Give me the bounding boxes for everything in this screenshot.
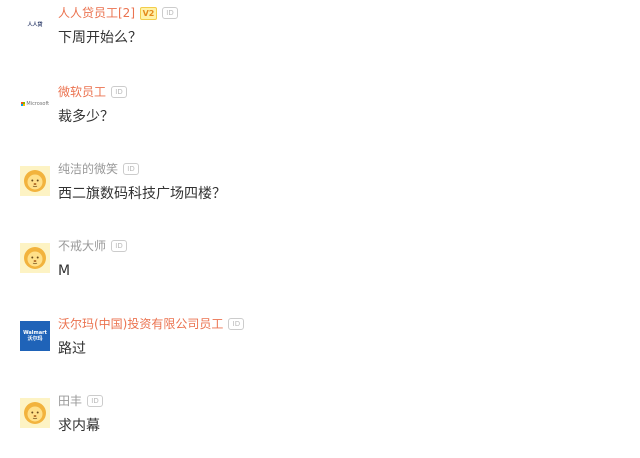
lion-mascot-icon [20, 398, 50, 428]
comment-list: 人人贷 人人贷员工[2] V2 ID 下周开始么？ Microsoft 微软员工… [0, 0, 640, 441]
username-link[interactable]: 沃尔玛(中国)投资有限公司员工 [58, 316, 223, 332]
microsoft-logo: Microsoft [20, 89, 50, 119]
avatar-logo-text: Microsoft [26, 101, 50, 107]
id-badge[interactable]: ID [111, 86, 128, 98]
lion-mascot-icon [20, 243, 50, 273]
walmart-logo: Walmart 沃尔玛 [20, 321, 50, 351]
comment-meta: 纯洁的微笑 ID [58, 161, 140, 177]
comment-item: Walmart 沃尔玛 沃尔玛(中国)投资有限公司员工 ID 路过 [0, 311, 640, 381]
comment-text: M [58, 263, 71, 279]
id-badge[interactable]: ID [162, 7, 178, 19]
comment-item: 田丰 ID 求内幕 [0, 388, 640, 458]
avatar[interactable] [20, 243, 50, 273]
comment-item: Microsoft 微软员工 ID 裁多少？ [0, 79, 640, 149]
avatar[interactable]: Microsoft [20, 89, 50, 119]
username-link[interactable]: 田丰 [58, 393, 82, 409]
username-link[interactable]: 纯洁的微笑 [58, 161, 118, 177]
avatar-logo-text: 人人贷 [27, 22, 43, 28]
lion-mascot-icon [20, 166, 50, 196]
microsoft-grid-icon [20, 101, 26, 107]
avatar[interactable] [20, 398, 50, 428]
id-badge[interactable]: ID [87, 395, 104, 407]
comment-text: 裁多少？ [58, 109, 114, 125]
comment-item: 纯洁的微笑 ID 西二旗数码科技广场四楼？ [0, 156, 640, 226]
comment-text: 路过 [58, 341, 86, 357]
comment-meta: 不戒大师 ID [58, 238, 128, 254]
comment-item: 人人贷 人人贷员工[2] V2 ID 下周开始么？ [0, 0, 640, 70]
comment-meta: 沃尔玛(中国)投资有限公司员工 ID [58, 316, 245, 332]
username-link[interactable]: 微软员工 [58, 84, 106, 100]
comment-meta: 微软员工 ID [58, 84, 128, 100]
renrendai-logo: 人人贷 [20, 10, 50, 40]
username-link[interactable]: 不戒大师 [58, 238, 106, 254]
id-badge[interactable]: ID [123, 163, 140, 175]
avatar[interactable]: Walmart 沃尔玛 [20, 321, 50, 351]
avatar-logo-subtext: 沃尔玛 [27, 336, 43, 342]
comment-text: 求内幕 [58, 418, 100, 434]
comment-meta: 人人贷员工[2] V2 ID [58, 5, 178, 21]
id-badge[interactable]: ID [111, 240, 128, 252]
username-link[interactable]: 人人贷员工[2] [58, 5, 135, 21]
comment-text: 下周开始么？ [58, 30, 142, 46]
vip-level-badge[interactable]: V2 [140, 6, 157, 20]
avatar[interactable]: 人人贷 [20, 10, 50, 40]
comment-text: 西二旗数码科技广场四楼？ [58, 186, 226, 202]
comment-item: 不戒大师 ID M [0, 233, 640, 303]
id-badge[interactable]: ID [228, 318, 245, 330]
avatar[interactable] [20, 166, 50, 196]
comment-meta: 田丰 ID [58, 393, 104, 409]
